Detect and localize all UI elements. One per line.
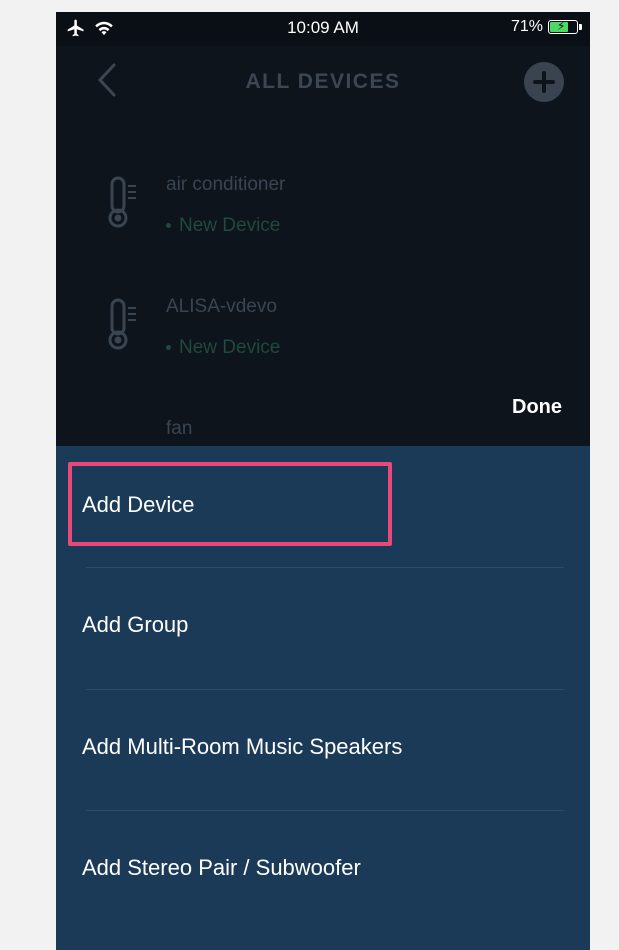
menu-item-label: Add Multi-Room Music Speakers <box>82 734 403 759</box>
device-status-text: New Device <box>179 215 281 236</box>
status-bar: 10:09 AM 71% ⚡ <box>56 12 590 46</box>
add-button[interactable] <box>524 62 564 102</box>
thermometer-icon <box>108 298 136 350</box>
add-menu-sheet: Add Device Add Group Add Multi-Room Musi… <box>56 446 590 950</box>
device-item-alisa-vdevo[interactable]: ALISA-vdevo New Device <box>56 274 590 396</box>
app-screen: 10:09 AM 71% ⚡ ALL DEVICES air condition… <box>56 12 590 950</box>
device-status: New Device <box>166 337 280 359</box>
page-title: ALL DEVICES <box>245 70 401 93</box>
status-right: 71% ⚡ <box>510 18 582 36</box>
menu-item-add-stereo-pair[interactable]: Add Stereo Pair / Subwoofer <box>56 811 590 931</box>
device-name: air conditioner <box>166 174 286 195</box>
battery-tip <box>579 24 582 30</box>
device-status: New Device <box>166 215 280 237</box>
battery-percent: 71% <box>510 18 543 35</box>
battery-icon: ⚡ <box>548 19 582 34</box>
menu-item-add-multi-room-speakers[interactable]: Add Multi-Room Music Speakers <box>56 690 590 810</box>
menu-item-add-device[interactable]: Add Device <box>56 446 590 566</box>
device-item-air-conditioner[interactable]: air conditioner New Device <box>56 152 590 274</box>
menu-item-label: Add Group <box>82 612 189 637</box>
menu-item-add-group[interactable]: Add Group <box>56 568 590 688</box>
bolt-icon: ⚡ <box>557 19 566 33</box>
device-status-text: New Device <box>179 337 281 358</box>
menu-item-label: Add Device <box>82 492 195 517</box>
done-button[interactable]: Done <box>512 396 562 419</box>
thermometer-icon <box>108 176 136 228</box>
status-time: 10:09 AM <box>287 18 359 37</box>
menu-item-label: Add Stereo Pair / Subwoofer <box>82 855 361 880</box>
header: ALL DEVICES <box>56 46 590 116</box>
status-dot <box>166 345 171 351</box>
device-name: ALISA-vdevo <box>166 296 277 317</box>
device-name: fan <box>166 418 193 439</box>
status-dot <box>166 223 171 229</box>
